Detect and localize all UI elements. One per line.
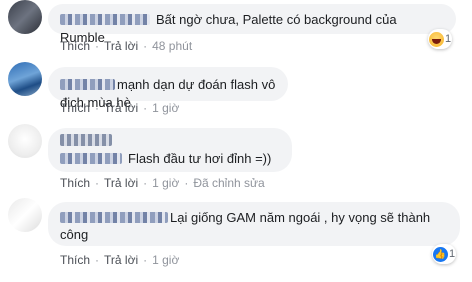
commenter-name-blurred[interactable] — [60, 14, 150, 26]
separator: · — [95, 253, 100, 267]
comment-actions: Thích · Trả lời · 1 giờ — [60, 253, 179, 267]
separator: · — [143, 101, 148, 115]
commenter-name-blurred[interactable] — [60, 212, 168, 224]
reply-link[interactable]: Trả lời — [104, 176, 138, 190]
separator: · — [184, 176, 189, 190]
like-link[interactable]: Thích — [60, 176, 90, 190]
avatar[interactable] — [8, 62, 42, 96]
separator: · — [95, 176, 100, 190]
comment-bubble: mạnh dạn dự đoán flash vô địch mùa hè — [48, 67, 288, 110]
separator: · — [95, 101, 100, 115]
comment-actions: Thích · Trả lời · 1 giờ · Đã chỉnh sửa — [60, 176, 265, 190]
reply-link[interactable]: Trả lời — [104, 39, 138, 53]
timestamp[interactable]: 1 giờ — [152, 101, 179, 115]
edited-label[interactable]: Đã chỉnh sửa — [193, 176, 264, 190]
avatar[interactable] — [8, 198, 42, 232]
like-icon: 👍 — [432, 246, 448, 262]
like-link[interactable]: Thích — [60, 253, 90, 267]
avatar[interactable] — [8, 0, 42, 34]
comment-bubble: Bất ngờ chưa, Palette có background của … — [48, 4, 456, 45]
comment-text: Flash đầu tư hơi đỉnh =)) — [128, 151, 272, 167]
separator: · — [143, 39, 148, 53]
commenter-name-blurred-2 — [60, 153, 122, 165]
reaction-badge[interactable]: 1 — [428, 29, 452, 49]
commenter-name-blurred[interactable] — [60, 134, 112, 146]
timestamp[interactable]: 1 giờ — [152, 176, 179, 190]
separator: · — [143, 176, 148, 190]
reaction-count: 1 — [448, 248, 456, 260]
comment-actions: Thích · Trả lời · 48 phút — [60, 39, 192, 53]
timestamp[interactable]: 1 giờ — [152, 253, 179, 267]
reaction-count: 1 — [444, 33, 452, 45]
comment-bubble: Flash đầu tư hơi đỉnh =)) — [48, 128, 292, 172]
reply-link[interactable]: Trả lời — [104, 253, 138, 267]
comment-text-block: Lại giống GAM năm ngoái , hy vọng sẽ thà… — [60, 208, 448, 226]
reply-link[interactable]: Trả lời — [104, 101, 138, 115]
reaction-badge[interactable]: 👍 1 — [432, 244, 456, 264]
commenter-name-blurred[interactable] — [60, 79, 115, 91]
comment-text-line2: công — [60, 227, 89, 243]
separator: · — [95, 39, 100, 53]
haha-icon — [428, 31, 444, 47]
separator: · — [143, 253, 148, 267]
comment-actions: Thích · Trả lời · 1 giờ — [60, 101, 179, 115]
comment-bubble: Lại giống GAM năm ngoái , hy vọng sẽ thà… — [48, 202, 460, 246]
comment-text: Lại giống GAM năm ngoái , hy vọng sẽ thà… — [170, 210, 431, 226]
timestamp[interactable]: 48 phút — [152, 39, 192, 53]
like-link[interactable]: Thích — [60, 101, 90, 115]
avatar[interactable] — [8, 124, 42, 158]
like-link[interactable]: Thích — [60, 39, 90, 53]
